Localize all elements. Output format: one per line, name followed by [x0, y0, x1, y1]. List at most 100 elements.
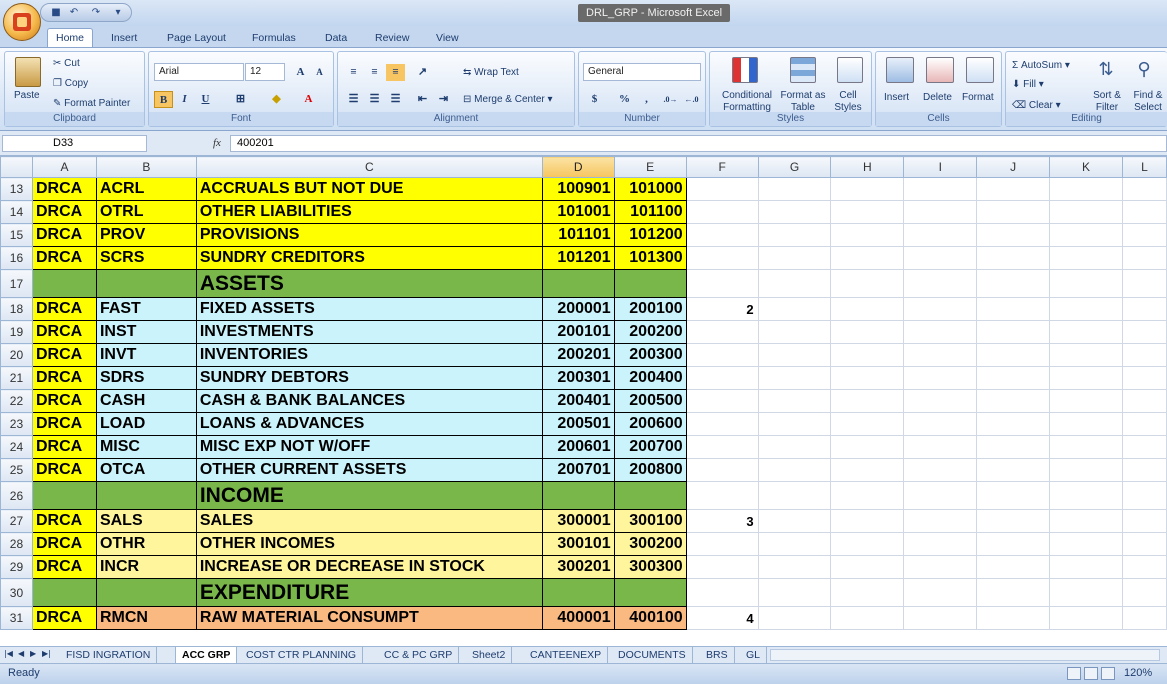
sort-filter-icon[interactable]: ⇅: [1094, 58, 1118, 82]
cell-e[interactable]: 200300: [613, 343, 687, 367]
cell-empty[interactable]: [757, 200, 832, 224]
row-header[interactable]: 17: [0, 269, 33, 298]
row-header[interactable]: 15: [0, 223, 33, 247]
cell-empty[interactable]: [757, 366, 832, 390]
cell-b[interactable]: OTRL: [95, 200, 197, 224]
cell-empty[interactable]: [757, 532, 832, 556]
fill-color-icon[interactable]: ◆: [267, 91, 286, 108]
cell-empty[interactable]: [1121, 320, 1167, 344]
cell-empty[interactable]: [903, 389, 978, 413]
cell-f[interactable]: 3: [685, 509, 759, 533]
cell-empty[interactable]: [830, 297, 905, 321]
row-header[interactable]: 21: [0, 366, 33, 390]
cell-a[interactable]: DRCA: [31, 509, 97, 533]
format-as-table-button[interactable]: Format as Table: [780, 90, 826, 114]
cell-empty[interactable]: [757, 343, 832, 367]
percent-button[interactable]: %: [615, 91, 634, 108]
cell-f[interactable]: [685, 246, 759, 270]
cell-empty[interactable]: [830, 320, 905, 344]
cell-d[interactable]: [541, 481, 615, 510]
cell-e[interactable]: 200400: [613, 366, 687, 390]
tab-review[interactable]: Review: [375, 29, 409, 48]
cell-b[interactable]: CASH: [95, 389, 197, 413]
cell-empty[interactable]: [976, 555, 1051, 579]
row-header[interactable]: 18: [0, 297, 33, 321]
cell-d[interactable]: 101201: [541, 246, 615, 270]
cell-a[interactable]: DRCA: [31, 297, 97, 321]
binoculars-icon[interactable]: ⚲: [1132, 58, 1156, 82]
redo-icon[interactable]: ↷: [89, 6, 103, 19]
cell-e[interactable]: 101200: [613, 223, 687, 247]
cell-empty[interactable]: [830, 435, 905, 459]
cell-c[interactable]: INVENTORIES: [195, 343, 543, 367]
cell-empty[interactable]: [903, 532, 978, 556]
cell-empty[interactable]: [976, 532, 1051, 556]
sheet-tab[interactable]: GL: [740, 647, 768, 663]
cell-f[interactable]: [685, 366, 759, 390]
cell-empty[interactable]: [830, 269, 905, 298]
cell-b[interactable]: [95, 481, 197, 510]
cell-empty[interactable]: [1049, 177, 1123, 201]
cell-empty[interactable]: [903, 555, 978, 579]
row-header[interactable]: 24: [0, 435, 33, 459]
cell-b[interactable]: OTHR: [95, 532, 197, 556]
cell-empty[interactable]: [1121, 481, 1167, 510]
cell-d[interactable]: [541, 269, 615, 298]
cell-c[interactable]: CASH & BANK BALANCES: [195, 389, 543, 413]
align-top-icon[interactable]: ≡: [344, 64, 363, 81]
cell-a[interactable]: DRCA: [31, 606, 97, 630]
cell-empty[interactable]: [1049, 320, 1123, 344]
format-cells-icon[interactable]: [966, 57, 994, 83]
cell-d[interactable]: 300101: [541, 532, 615, 556]
cell-d[interactable]: 200701: [541, 458, 615, 482]
cell-empty[interactable]: [830, 200, 905, 224]
cell-d[interactable]: 200601: [541, 435, 615, 459]
cell-c[interactable]: ACCRUALS BUT NOT DUE: [195, 177, 543, 201]
row-header[interactable]: 31: [0, 606, 33, 630]
cell-c[interactable]: RAW MATERIAL CONSUMPT: [195, 606, 543, 630]
cell-empty[interactable]: [1121, 435, 1167, 459]
cell-empty[interactable]: [903, 200, 978, 224]
cell-empty[interactable]: [757, 269, 832, 298]
cell-c[interactable]: OTHER LIABILITIES: [195, 200, 543, 224]
copy-button[interactable]: ❐ Copy: [53, 78, 88, 89]
cell-b[interactable]: SCRS: [95, 246, 197, 270]
cell-empty[interactable]: [830, 578, 905, 607]
cell-e[interactable]: 300300: [613, 555, 687, 579]
decrease-indent-icon[interactable]: ⇤: [413, 91, 432, 108]
cell-empty[interactable]: [830, 606, 905, 630]
cell-empty[interactable]: [976, 320, 1051, 344]
conditional-formatting-icon[interactable]: [732, 57, 758, 83]
cell-a[interactable]: DRCA: [31, 389, 97, 413]
cell-empty[interactable]: [757, 320, 832, 344]
cell-f[interactable]: [685, 200, 759, 224]
sheet-tab[interactable]: ACC GRP: [175, 647, 238, 664]
cell-c[interactable]: OTHER CURRENT ASSETS: [195, 458, 543, 482]
page-layout-view-icon[interactable]: [1084, 667, 1098, 680]
cell-e[interactable]: [613, 481, 687, 510]
cell-f[interactable]: [685, 269, 759, 298]
tab-view[interactable]: View: [436, 29, 459, 48]
cell-empty[interactable]: [976, 246, 1051, 270]
cell-empty[interactable]: [1049, 200, 1123, 224]
wrap-text-button[interactable]: ⇆ Wrap Text: [463, 67, 519, 78]
column-header-b[interactable]: B: [95, 156, 197, 178]
cell-e[interactable]: 200200: [613, 320, 687, 344]
cell-c[interactable]: INCOME: [195, 481, 543, 510]
cell-d[interactable]: 300201: [541, 555, 615, 579]
cell-d[interactable]: 101001: [541, 200, 615, 224]
prev-sheet-icon[interactable]: ◀: [18, 649, 24, 658]
row-header[interactable]: 22: [0, 389, 33, 413]
cell-e[interactable]: 101000: [613, 177, 687, 201]
cell-a[interactable]: DRCA: [31, 246, 97, 270]
cell-empty[interactable]: [830, 509, 905, 533]
cell-empty[interactable]: [1049, 509, 1123, 533]
tab-page-layout[interactable]: Page Layout: [167, 29, 226, 48]
orientation-icon[interactable]: ↗: [413, 64, 432, 81]
row-header[interactable]: 27: [0, 509, 33, 533]
cell-a[interactable]: DRCA: [31, 177, 97, 201]
row-header[interactable]: 29: [0, 555, 33, 579]
shrink-font-button[interactable]: A: [310, 64, 329, 81]
cell-empty[interactable]: [903, 269, 978, 298]
cell-empty[interactable]: [830, 246, 905, 270]
